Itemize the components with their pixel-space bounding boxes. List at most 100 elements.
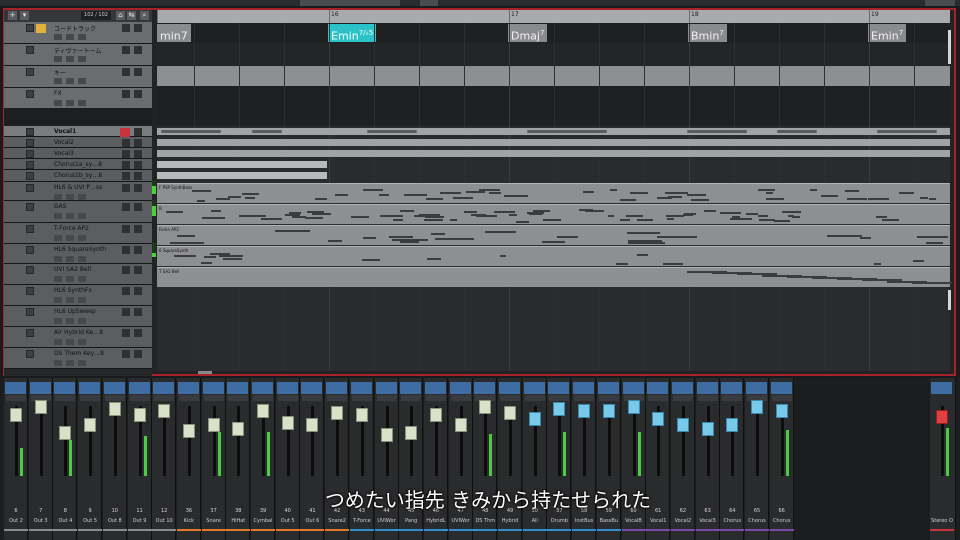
track-option-button[interactable] <box>66 100 74 106</box>
fader-track[interactable] <box>237 406 241 476</box>
insert-slot[interactable] <box>425 395 446 401</box>
channel-settings-button[interactable] <box>375 382 397 394</box>
mute-button[interactable] <box>26 203 34 211</box>
fader-handle[interactable] <box>429 408 442 422</box>
channel-name[interactable]: BassBu <box>598 518 620 524</box>
mute-button[interactable] <box>26 246 34 254</box>
channel-name[interactable]: HybridL <box>425 518 447 524</box>
horizontal-scrollbar[interactable] <box>198 371 212 374</box>
home-icon[interactable]: ⌂ <box>116 11 125 20</box>
search-icon[interactable]: ⌕ <box>140 11 149 20</box>
channel-name[interactable]: Vocal2 <box>672 518 694 524</box>
insert-slot[interactable] <box>524 395 545 401</box>
channel-name[interactable]: All <box>524 518 546 524</box>
monitor-button[interactable] <box>122 246 130 254</box>
channel-settings-button[interactable] <box>721 382 743 394</box>
track-option-button[interactable] <box>66 56 74 62</box>
mute-button[interactable] <box>26 329 34 337</box>
edit-button[interactable] <box>134 24 142 32</box>
fader-track[interactable] <box>681 406 685 476</box>
insert-slot[interactable] <box>401 395 422 401</box>
track-header[interactable]: Vocal3 <box>4 148 152 159</box>
monitor-button[interactable] <box>122 150 130 158</box>
mute-button[interactable] <box>26 308 34 316</box>
mute-button[interactable] <box>26 266 34 274</box>
channel-settings-button[interactable] <box>301 382 323 394</box>
insert-slot[interactable] <box>277 395 298 401</box>
insert-slot[interactable] <box>228 395 249 401</box>
track-option-button[interactable] <box>66 297 74 303</box>
track-option-button[interactable] <box>54 78 62 84</box>
channel-settings-button[interactable] <box>128 382 150 394</box>
channel-name[interactable]: Chorus <box>771 518 793 524</box>
mute-button[interactable] <box>26 150 34 158</box>
fader-handle[interactable] <box>281 416 294 430</box>
edit-button[interactable] <box>134 184 142 192</box>
track-header[interactable]: キー <box>4 66 152 88</box>
edit-button[interactable] <box>134 128 142 136</box>
monitor-button[interactable] <box>122 46 130 54</box>
edit-button[interactable] <box>134 329 142 337</box>
monitor-button[interactable] <box>122 68 130 76</box>
fader-handle[interactable] <box>652 412 665 426</box>
channel-name[interactable]: DS Thm <box>474 518 496 524</box>
fader-track[interactable] <box>484 406 488 476</box>
channel-settings-button[interactable] <box>573 382 595 394</box>
edit-button[interactable] <box>134 90 142 98</box>
channel-name[interactable]: HiHat <box>227 518 249 524</box>
track-option-button[interactable] <box>54 297 62 303</box>
channel-settings-button[interactable] <box>103 382 125 394</box>
channel-name[interactable]: Out 5 <box>79 518 101 524</box>
fader-track[interactable] <box>212 406 216 476</box>
mute-button[interactable] <box>26 24 34 32</box>
track-option-button[interactable] <box>78 318 86 324</box>
fader-track[interactable] <box>89 406 93 476</box>
channel-name[interactable]: Chorus <box>746 518 768 524</box>
insert-slot[interactable] <box>80 395 101 401</box>
channel-name[interactable]: Stereo O <box>931 518 953 524</box>
track-option-button[interactable] <box>78 339 86 345</box>
track-option-button[interactable] <box>54 360 62 366</box>
track-option-button[interactable] <box>54 34 62 40</box>
edit-button[interactable] <box>134 287 142 295</box>
channel-name[interactable]: InstBus <box>573 518 595 524</box>
channel-name[interactable]: Chorus <box>721 518 743 524</box>
insert-slot[interactable] <box>203 395 224 401</box>
channel-name[interactable]: T-Force <box>351 518 373 524</box>
edit-button[interactable] <box>134 172 142 180</box>
track-option-button[interactable] <box>54 318 62 324</box>
channel-settings-button[interactable] <box>227 382 249 394</box>
monitor-button[interactable] <box>122 184 130 192</box>
monitor-button[interactable] <box>122 24 130 32</box>
channel-settings-button[interactable] <box>931 382 952 394</box>
fader-handle[interactable] <box>775 404 788 418</box>
fader-track[interactable] <box>706 406 710 476</box>
track-option-button[interactable] <box>78 78 86 84</box>
fader-handle[interactable] <box>405 426 418 440</box>
track-option-button[interactable] <box>54 194 62 200</box>
insert-slot[interactable] <box>327 395 348 401</box>
monitor-button[interactable] <box>122 329 130 337</box>
fader-handle[interactable] <box>936 410 948 424</box>
fader-track[interactable] <box>756 406 759 476</box>
audio-event[interactable] <box>157 150 950 157</box>
channel-name[interactable]: VocalB <box>623 518 645 524</box>
edit-button[interactable] <box>134 161 142 169</box>
edit-button[interactable] <box>134 308 142 316</box>
insert-slot[interactable] <box>55 395 76 401</box>
insert-slot[interactable] <box>598 395 619 401</box>
track-option-button[interactable] <box>78 276 86 282</box>
insert-slot[interactable] <box>574 395 595 401</box>
fader-handle[interactable] <box>108 402 121 416</box>
channel-settings-button[interactable] <box>671 382 693 394</box>
track-option-button[interactable] <box>66 360 74 366</box>
mute-button[interactable] <box>26 161 34 169</box>
fader-handle[interactable] <box>84 418 97 432</box>
channel-settings-button[interactable] <box>622 382 644 394</box>
fader-handle[interactable] <box>182 424 195 438</box>
insert-slot[interactable] <box>376 395 397 401</box>
fader-track[interactable] <box>410 406 414 476</box>
mute-button[interactable] <box>26 139 34 147</box>
monitor-button[interactable] <box>122 90 130 98</box>
track-header[interactable]: Air Hybrid Ke…8 <box>4 327 152 348</box>
